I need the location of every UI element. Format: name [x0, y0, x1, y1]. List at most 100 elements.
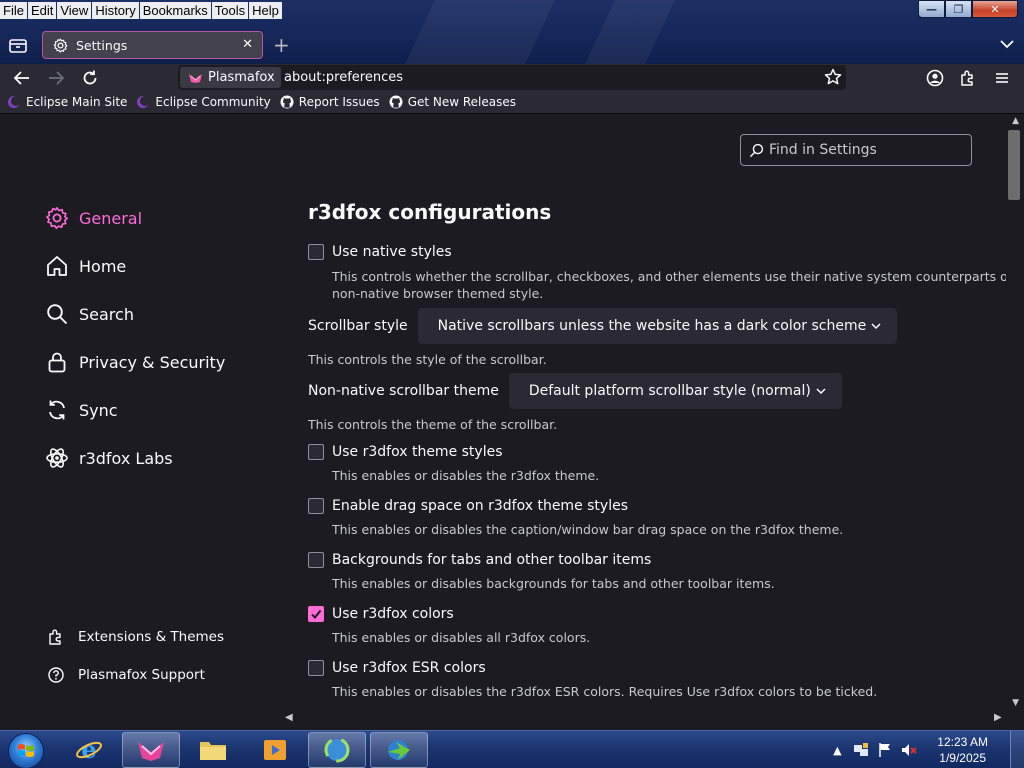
menu-help[interactable]: Help [249, 1, 282, 19]
taskbar-internet-explorer[interactable]: e [60, 732, 118, 768]
new-tab-button[interactable]: + [273, 35, 290, 55]
plasmafox-logo-icon [138, 742, 164, 761]
settings-search-box[interactable] [740, 134, 972, 166]
option-description: This enables or disables the r3dfox them… [332, 468, 600, 483]
windows-logo-icon [18, 744, 34, 757]
show-desktop-button[interactable] [1010, 731, 1024, 768]
scroll-right-arrow-icon[interactable]: ▶ [994, 712, 1002, 723]
category-home[interactable]: Home [44, 242, 284, 290]
taskbar-media-player[interactable] [246, 732, 304, 768]
plasmafox-support-link[interactable]: Plasmafox Support [46, 656, 224, 694]
scroll-up-arrow-icon[interactable]: ▲ [1012, 116, 1019, 126]
arrow-left-icon [13, 71, 29, 85]
menu-tools[interactable]: Tools [211, 1, 249, 19]
taskbar-app-globe[interactable] [308, 732, 366, 768]
scrollbar-style-select[interactable]: Native scrollbars unless the website has… [417, 308, 898, 344]
bookmark-report-issues[interactable]: Report Issues [280, 95, 380, 109]
category-r3dfox-labs[interactable]: r3dfox Labs [44, 434, 284, 482]
firefox-view-button[interactable] [9, 37, 27, 53]
media-player-icon [264, 740, 286, 760]
menu-file[interactable]: File [0, 1, 27, 19]
category-privacy-security[interactable]: Privacy & Security [44, 338, 284, 386]
home-icon [44, 253, 70, 279]
clock[interactable]: 12:23 AM 1/9/2025 [937, 734, 988, 766]
scroll-left-arrow-icon[interactable]: ◀ [285, 712, 293, 723]
network-icon[interactable] [853, 742, 869, 758]
clock-time: 12:23 AM [937, 735, 988, 749]
option-label: Backgrounds for tabs and other toolbar i… [332, 552, 652, 568]
category-label: Home [79, 256, 127, 276]
category-general[interactable]: General [44, 194, 284, 242]
github-icon [389, 95, 403, 109]
taskbar-download-manager[interactable] [370, 732, 428, 768]
option-description: This controls whether the scrollbar, che… [332, 269, 1024, 284]
extensions-button[interactable] [959, 69, 977, 87]
bookmark-eclipse-community[interactable]: Eclipse Community [136, 95, 271, 109]
tab-settings[interactable]: Settings ✕ [42, 31, 263, 59]
extensions-themes-link[interactable]: Extensions & Themes [46, 618, 224, 656]
bookmark-star-button[interactable] [824, 68, 842, 90]
bookmark-label: Eclipse Community [155, 95, 271, 109]
theme-styles-checkbox[interactable] [308, 444, 324, 460]
option-label: Use r3dfox theme styles [332, 444, 503, 460]
close-tab-icon[interactable]: ✕ [242, 37, 253, 52]
menu-edit[interactable]: Edit [27, 1, 57, 19]
tab-backgrounds-option[interactable]: Backgrounds for tabs and other toolbar i… [308, 550, 1024, 570]
drag-space-checkbox[interactable] [308, 498, 324, 514]
show-hidden-icons-icon[interactable]: ▲ [829, 742, 845, 758]
theme-styles-option[interactable]: Use r3dfox theme styles [308, 442, 1024, 462]
footer-label: Plasmafox Support [78, 667, 205, 683]
category-sync[interactable]: Sync [44, 386, 284, 434]
bookmarks-toolbar: Eclipse Main Site Eclipse Community Repo… [0, 91, 1024, 114]
scroll-down-arrow-icon[interactable]: ▼ [1012, 698, 1019, 708]
maximize-button[interactable]: ❐ [945, 0, 972, 18]
bookmark-get-new-releases[interactable]: Get New Releases [389, 95, 516, 109]
bookmark-eclipse-main-site[interactable]: Eclipse Main Site [7, 95, 127, 109]
chevron-down-icon [1000, 40, 1014, 49]
reload-button[interactable] [81, 69, 99, 87]
option-description: non-native browser themed style. [332, 286, 544, 301]
esr-colors-checkbox[interactable] [308, 660, 324, 676]
native-styles-option[interactable]: Use native styles [308, 242, 1024, 262]
start-button[interactable] [8, 733, 44, 768]
volume-muted-icon[interactable] [901, 742, 918, 758]
bookmark-label: Get New Releases [407, 95, 517, 109]
category-search[interactable]: Search [44, 290, 284, 338]
taskbar-plasmafox[interactable] [122, 732, 180, 768]
section-title: r3dfox configurations [308, 200, 552, 224]
tab-backgrounds-checkbox[interactable] [308, 552, 324, 568]
native-styles-checkbox[interactable] [308, 244, 324, 260]
scrollbar-thumb[interactable] [1008, 130, 1020, 200]
url-bar[interactable]: Plasmafox about:preferences [178, 65, 846, 90]
gear-icon [44, 205, 70, 231]
app-menu-button[interactable] [993, 69, 1011, 87]
action-center-flag-icon[interactable] [877, 742, 893, 758]
option-description: This controls the style of the scrollbar… [308, 352, 547, 367]
back-button[interactable] [13, 69, 31, 87]
drag-space-option[interactable]: Enable drag space on r3dfox theme styles [308, 496, 1024, 516]
esr-colors-option[interactable]: Use r3dfox ESR colors [308, 658, 1024, 678]
menu-history[interactable]: History [92, 1, 139, 19]
list-all-tabs-button[interactable] [1000, 38, 1014, 53]
tabs-overview-icon [9, 39, 27, 53]
option-description: This enables or disables the r3dfox ESR … [332, 684, 878, 699]
search-input[interactable] [769, 142, 959, 158]
url-text[interactable]: about:preferences [284, 70, 403, 85]
scrollbar-style-label: Scrollbar style [308, 318, 408, 334]
select-value: Native scrollbars unless the website has… [437, 318, 867, 334]
r3dfox-colors-checkbox[interactable] [308, 606, 324, 622]
r3dfox-configurations-section: r3dfox configurations Use native styles … [308, 200, 1024, 700]
menu-bookmarks[interactable]: Bookmarks [139, 1, 211, 19]
identity-box[interactable]: Plasmafox [180, 67, 281, 88]
menu-view[interactable]: View [57, 1, 92, 19]
close-button[interactable]: ✕ [972, 0, 1018, 18]
eclipse-icon [7, 95, 21, 109]
account-button[interactable] [926, 69, 944, 87]
forward-button[interactable] [47, 69, 65, 87]
taskbar-file-explorer[interactable] [184, 732, 242, 768]
minimize-button[interactable]: — [918, 0, 945, 18]
r3dfox-colors-option[interactable]: Use r3dfox colors [308, 604, 1024, 624]
scrollbar-theme-select[interactable]: Default platform scrollbar style (normal… [508, 373, 842, 409]
vertical-scrollbar[interactable]: ▲ ▼ [1006, 114, 1024, 710]
option-label: Enable drag space on r3dfox theme styles [332, 498, 628, 514]
